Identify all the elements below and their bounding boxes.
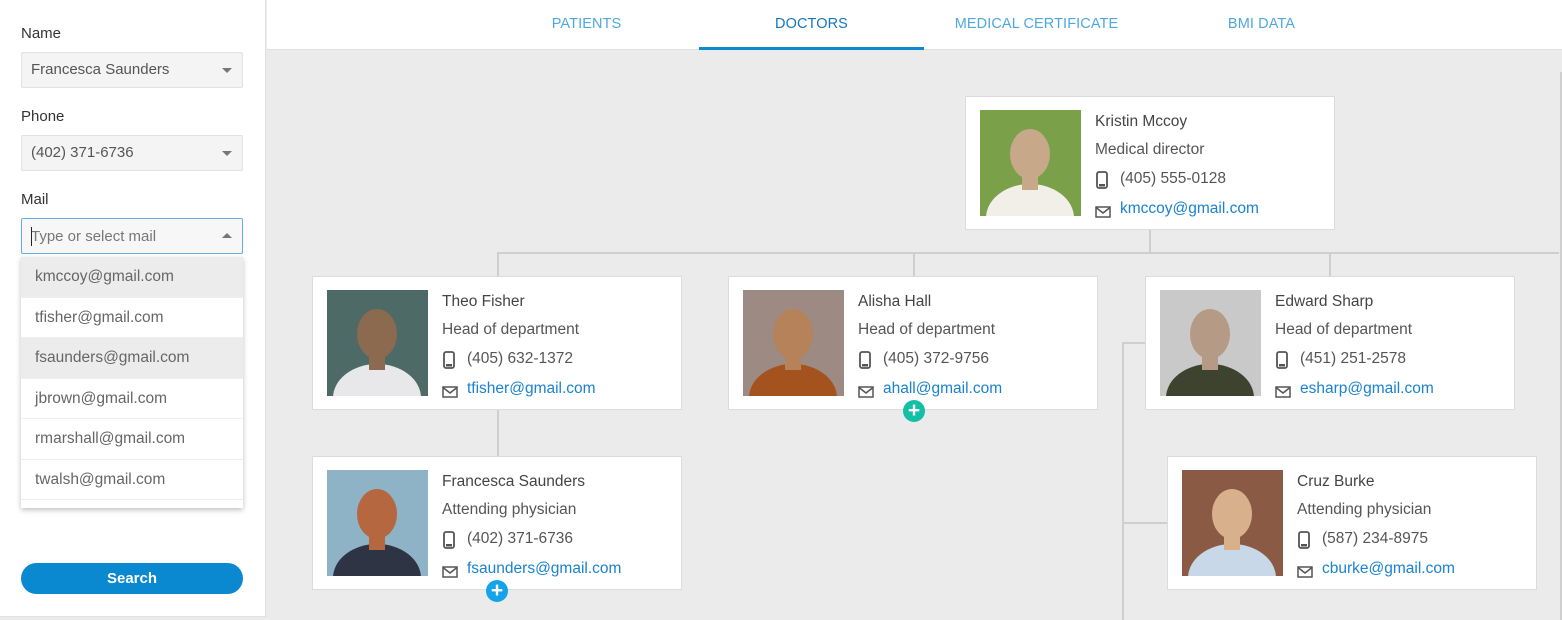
- mobile-phone-icon: [1095, 170, 1111, 189]
- doctor-info: Kristin Mccoy Medical director (405) 555…: [1095, 108, 1259, 224]
- doctor-role: Medical director: [1095, 141, 1205, 158]
- doctor-email-link[interactable]: kmccoy@gmail.com: [1120, 194, 1259, 224]
- mobile-phone-icon: [442, 530, 458, 549]
- avatar-image: [327, 470, 428, 576]
- tab-bar: PATIENTS DOCTORS MEDICAL CERTIFICATE BMI…: [267, 0, 1562, 50]
- doctor-photo: [327, 470, 428, 576]
- doctor-email-link[interactable]: tfisher@gmail.com: [467, 374, 596, 404]
- doctor-email-link[interactable]: ahall@gmail.com: [883, 374, 1002, 404]
- plus-circle-icon[interactable]: +: [903, 400, 925, 422]
- mobile-phone-icon: [1275, 350, 1291, 369]
- doctor-info: Theo Fisher Head of department (405) 632…: [442, 288, 596, 404]
- doctor-card[interactable]: Francesca Saunders Attending physician (…: [312, 456, 682, 590]
- connector-line: [497, 252, 1559, 254]
- doctor-role: Head of department: [858, 321, 996, 338]
- connector-line: [1149, 230, 1151, 252]
- mail-option[interactable]: rmarshall@gmail.com: [21, 419, 243, 460]
- avatar-image: [1182, 470, 1283, 576]
- plus-circle-icon[interactable]: +: [486, 580, 508, 602]
- doctor-photo: [1160, 290, 1261, 396]
- mobile-phone-icon: [858, 350, 874, 369]
- mail-option[interactable]: twalsh@gmail.com: [21, 459, 243, 500]
- connector-line: [497, 252, 499, 277]
- doctor-card[interactable]: Cruz Burke Attending physician (587) 234…: [1167, 456, 1537, 590]
- chevron-down-icon[interactable]: [222, 68, 232, 73]
- doctor-card[interactable]: Alisha Hall Head of department (405) 372…: [728, 276, 1098, 410]
- envelope-icon: [1297, 560, 1313, 578]
- avatar-image: [1160, 290, 1261, 396]
- doctor-phone: (587) 234-8975: [1322, 530, 1428, 547]
- avatar-image: [327, 290, 428, 396]
- mail-option[interactable]: fsaunders@gmail.com: [21, 338, 243, 379]
- name-value: Francesca Saunders: [31, 61, 170, 78]
- chevron-down-icon[interactable]: [222, 151, 232, 156]
- doctor-photo: [980, 110, 1081, 216]
- doctor-info: Francesca Saunders Attending physician (…: [442, 468, 621, 584]
- mobile-phone-icon: [442, 350, 458, 369]
- doctor-name: Francesca Saunders: [442, 473, 586, 490]
- doctor-email-link[interactable]: esharp@gmail.com: [1300, 374, 1434, 404]
- doctor-info: Cruz Burke Attending physician (587) 234…: [1297, 468, 1455, 584]
- doctor-name: Alisha Hall: [858, 293, 932, 310]
- doctor-info: Edward Sharp Head of department (451) 25…: [1275, 288, 1434, 404]
- filter-sidebar: Name Francesca Saunders Phone (402) 371-…: [0, 0, 266, 617]
- envelope-icon: [442, 560, 458, 578]
- doctor-photo: [743, 290, 844, 396]
- phone-label: Phone: [21, 108, 65, 125]
- envelope-icon: [1275, 380, 1291, 398]
- text-cursor: [31, 227, 32, 246]
- doctor-photo: [1182, 470, 1283, 576]
- connector-line: [1122, 522, 1168, 524]
- doctor-info: Alisha Hall Head of department (405) 372…: [858, 288, 1002, 404]
- doctor-email-link[interactable]: cburke@gmail.com: [1322, 554, 1455, 584]
- mail-input[interactable]: [31, 219, 212, 253]
- connector-line: [497, 410, 499, 457]
- doctor-name: Kristin Mccoy: [1095, 113, 1188, 130]
- doctor-role: Head of department: [442, 321, 580, 338]
- envelope-icon: [442, 380, 458, 398]
- tab-bmi-data[interactable]: BMI DATA: [1149, 0, 1374, 50]
- phone-combobox[interactable]: (402) 371-6736: [21, 135, 243, 171]
- doctor-name: Edward Sharp: [1275, 293, 1374, 310]
- connector-line: [1122, 342, 1146, 344]
- doctor-phone: (405) 632-1372: [467, 350, 573, 367]
- doctor-role: Head of department: [1275, 321, 1413, 338]
- doctor-phone: (402) 371-6736: [467, 530, 573, 547]
- doctor-card[interactable]: Theo Fisher Head of department (405) 632…: [312, 276, 682, 410]
- tab-medical-certificate[interactable]: MEDICAL CERTIFICATE: [924, 0, 1149, 50]
- connector-line: [1122, 342, 1124, 620]
- mobile-phone-icon: [1297, 530, 1313, 549]
- name-combobox[interactable]: Francesca Saunders: [21, 52, 243, 88]
- doctor-phone: (405) 372-9756: [883, 350, 989, 367]
- doctor-name: Cruz Burke: [1297, 473, 1375, 490]
- connector-line: [1329, 252, 1331, 277]
- doctor-name: Theo Fisher: [442, 293, 525, 310]
- envelope-icon: [858, 380, 874, 398]
- tab-doctors[interactable]: DOCTORS: [699, 0, 924, 50]
- mail-option[interactable]: kmccoy@gmail.com: [21, 257, 243, 298]
- tab-patients[interactable]: PATIENTS: [474, 0, 699, 50]
- chevron-up-icon[interactable]: [222, 233, 232, 238]
- doctor-photo: [327, 290, 428, 396]
- connector-line: [913, 252, 915, 277]
- avatar-image: [980, 110, 1081, 216]
- doctor-phone: (451) 251-2578: [1300, 350, 1406, 367]
- mail-label: Mail: [21, 191, 49, 208]
- name-label: Name: [21, 25, 62, 42]
- doctor-card[interactable]: Edward Sharp Head of department (451) 25…: [1145, 276, 1515, 410]
- mail-option[interactable]: jbrown@gmail.com: [21, 378, 243, 419]
- doctor-role: Attending physician: [442, 501, 577, 518]
- phone-value: (402) 371-6736: [31, 144, 134, 161]
- mail-combobox[interactable]: [21, 218, 243, 254]
- avatar-image: [743, 290, 844, 396]
- doctor-phone: (405) 555-0128: [1120, 170, 1226, 187]
- search-button[interactable]: Search: [21, 563, 243, 594]
- mail-option[interactable]: tfisher@gmail.com: [21, 297, 243, 338]
- doctor-role: Attending physician: [1297, 501, 1432, 518]
- mail-dropdown-list: kmccoy@gmail.com tfisher@gmail.com fsaun…: [21, 257, 243, 508]
- doctor-card[interactable]: Kristin Mccoy Medical director (405) 555…: [965, 96, 1335, 230]
- envelope-icon: [1095, 200, 1111, 218]
